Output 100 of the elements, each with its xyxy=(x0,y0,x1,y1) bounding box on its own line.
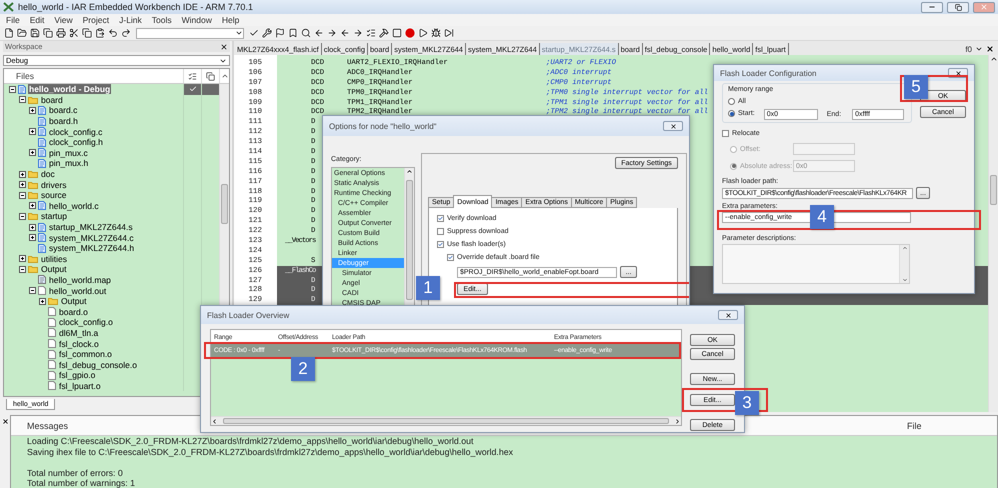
skip-icon[interactable] xyxy=(444,28,454,38)
arrow-right-icon[interactable] xyxy=(327,28,337,38)
plus-box-icon[interactable] xyxy=(28,149,36,156)
relocate-field[interactable] xyxy=(793,143,855,155)
minus-box-icon[interactable] xyxy=(18,96,26,104)
close-icon[interactable] xyxy=(220,42,228,50)
tree-item[interactable]: Output xyxy=(60,296,88,306)
arrow-left-icon[interactable] xyxy=(314,28,324,38)
copy-icon[interactable] xyxy=(206,72,215,80)
bug-icon[interactable] xyxy=(431,28,441,38)
close-icon[interactable] xyxy=(986,45,994,53)
scroll-up-icon[interactable] xyxy=(220,72,228,80)
tree-item[interactable]: Output xyxy=(40,264,68,274)
menu-item[interactable]: File xyxy=(6,15,20,25)
scroll-thumb[interactable] xyxy=(990,175,997,205)
scroll-down-icon[interactable] xyxy=(902,277,908,283)
new-file-icon[interactable] xyxy=(4,28,14,38)
scroll-thumb[interactable] xyxy=(406,180,413,300)
plus-box-icon[interactable] xyxy=(28,234,36,242)
folder-icon[interactable] xyxy=(17,28,27,38)
minus-box-icon[interactable] xyxy=(28,287,36,294)
plus-box-icon[interactable] xyxy=(28,106,36,114)
redo-icon[interactable] xyxy=(121,28,131,38)
tree-item[interactable]: dl6M_tln.a xyxy=(58,328,100,338)
save-icon[interactable] xyxy=(30,28,40,38)
scroll-left-icon[interactable] xyxy=(211,418,218,424)
tree-item[interactable]: pin_mux.h xyxy=(48,158,90,168)
tree-item[interactable]: startup_MKL27Z644.s xyxy=(48,222,134,232)
tree-item[interactable]: board.h xyxy=(48,116,79,126)
tree-item[interactable]: clock_config.c xyxy=(48,126,104,137)
tree-item[interactable]: fsl_gpio.o xyxy=(58,370,96,380)
hammer-icon[interactable] xyxy=(379,28,389,38)
menu-item[interactable]: J-Link xyxy=(119,15,142,25)
dropdown-icon[interactable] xyxy=(975,45,983,53)
restore-button[interactable] xyxy=(947,2,969,12)
play-icon[interactable] xyxy=(418,28,428,38)
plus-box-icon[interactable] xyxy=(38,298,46,305)
scroll-thumb[interactable] xyxy=(223,418,669,424)
wrench-icon[interactable] xyxy=(262,28,272,38)
tree-item[interactable]: system_MKL27Z644.c xyxy=(48,232,135,243)
minus-box-icon[interactable] xyxy=(18,212,26,220)
tree-item[interactable]: fsl_lpuart.o xyxy=(58,380,102,391)
breakpoint-icon[interactable] xyxy=(405,28,415,38)
scroll-right-icon[interactable] xyxy=(674,418,681,424)
copy-icon[interactable] xyxy=(82,28,92,38)
tree-item[interactable]: startup xyxy=(40,211,68,222)
scroll-up-icon[interactable] xyxy=(990,55,998,63)
tree-item[interactable]: doc xyxy=(40,169,56,180)
printer-icon[interactable] xyxy=(56,28,66,38)
minus-box-icon[interactable] xyxy=(8,86,16,93)
bookmark-icon[interactable] xyxy=(288,28,298,38)
plus-box-icon[interactable] xyxy=(28,128,36,136)
arrow-left-icon[interactable] xyxy=(340,28,350,38)
tree-item[interactable]: hello_world - Debug xyxy=(28,84,112,94)
tree-item[interactable]: system_MKL27Z644.h xyxy=(48,243,136,254)
cut-icon[interactable] xyxy=(69,28,79,38)
tree-item[interactable]: board xyxy=(40,94,64,105)
tree-item[interactable]: utilities xyxy=(40,254,68,264)
page-icon xyxy=(38,286,46,296)
square-icon[interactable] xyxy=(392,28,402,38)
plus-box-icon[interactable] xyxy=(18,255,26,262)
minus-box-icon[interactable] xyxy=(18,266,26,273)
tree-item[interactable]: hello_world.out xyxy=(48,286,108,296)
tree-item[interactable]: source xyxy=(40,190,68,200)
menu-item[interactable]: View xyxy=(54,15,73,25)
tree-item[interactable]: board.o xyxy=(58,306,89,317)
tree-item[interactable]: hello_world.c xyxy=(48,200,100,211)
tree-item[interactable]: drivers xyxy=(40,180,68,190)
tree-item[interactable]: clock_config.o xyxy=(58,317,114,328)
plus-box-icon[interactable] xyxy=(18,170,26,178)
tree-item[interactable]: fsl_clock.o xyxy=(58,338,100,349)
tree-item[interactable]: hello_world.map xyxy=(48,274,112,285)
undo-icon[interactable] xyxy=(108,28,118,38)
menu-item[interactable]: Help xyxy=(222,15,240,25)
close-icon[interactable] xyxy=(2,418,8,425)
tree-item[interactable]: pin_mux.c xyxy=(48,148,89,158)
check-icon[interactable] xyxy=(249,28,259,38)
tree-item[interactable]: board.c xyxy=(48,105,78,116)
menu-item[interactable]: Tools xyxy=(152,15,172,25)
search-icon[interactable] xyxy=(301,28,311,38)
tree-item[interactable]: fsl_debug_console.o xyxy=(58,360,138,370)
paste-icon[interactable] xyxy=(95,28,105,38)
plus-box-icon[interactable] xyxy=(28,224,36,231)
list-icon[interactable] xyxy=(366,28,376,38)
scroll-up-icon[interactable] xyxy=(406,168,413,175)
plus-box-icon[interactable] xyxy=(28,202,36,210)
menu-item[interactable]: Window xyxy=(182,15,212,25)
close-button[interactable] xyxy=(663,121,683,131)
list-icon[interactable] xyxy=(188,72,197,80)
flag-icon[interactable] xyxy=(275,28,285,38)
menu-item[interactable]: Edit xyxy=(30,15,44,25)
minimize-button[interactable] xyxy=(921,2,943,12)
arrow-right-icon[interactable] xyxy=(353,28,363,38)
minus-box-icon[interactable] xyxy=(18,192,26,199)
close-button[interactable] xyxy=(718,310,738,320)
tree-item[interactable]: fsl_common.o xyxy=(58,349,113,360)
scroll-thumb[interactable] xyxy=(221,184,228,224)
menu-item[interactable]: Project xyxy=(82,15,110,25)
plus-box-icon[interactable] xyxy=(18,181,26,188)
tree-item[interactable]: clock_config.h xyxy=(48,137,104,148)
